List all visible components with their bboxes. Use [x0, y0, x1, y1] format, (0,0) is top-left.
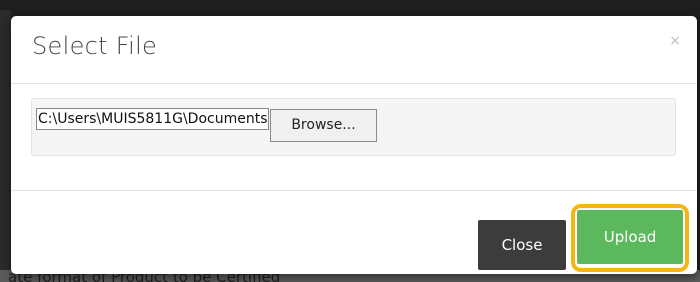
select-file-dialog: Select File × C:\Users\MUIS5811G\Documen… — [11, 16, 697, 274]
close-button[interactable]: Close — [478, 220, 566, 270]
page-backdrop — [0, 10, 11, 270]
dialog-header: Select File × — [11, 16, 697, 84]
browse-button[interactable]: Browse... — [270, 109, 377, 142]
close-icon[interactable]: × — [669, 34, 681, 48]
dialog-footer: Close Upload — [11, 190, 697, 274]
upload-button[interactable]: Upload — [577, 210, 683, 264]
file-path-field[interactable]: C:\Users\MUIS5811G\Documents — [36, 108, 269, 130]
dialog-title: Select File — [32, 32, 158, 60]
dialog-body: C:\Users\MUIS5811G\Documents Browse... — [11, 84, 697, 190]
